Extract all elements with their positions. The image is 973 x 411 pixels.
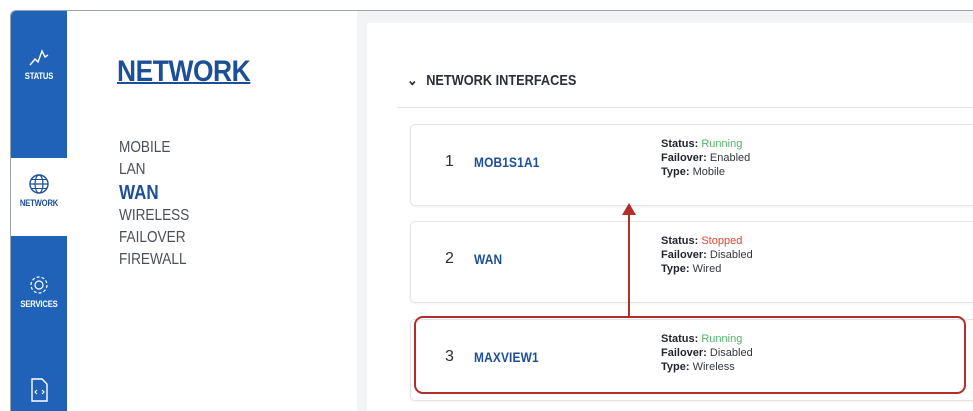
type-label: Type:: [661, 263, 690, 275]
submenu-item-failover[interactable]: FAILOVER: [119, 227, 189, 249]
interface-row[interactable]: 2 WAN Status: Stopped Failover: Disabled…: [410, 221, 973, 303]
submenu-item-wireless[interactable]: WIRELESS: [119, 205, 189, 227]
interface-info: Status: Stopped Failover: Disabled Type:…: [661, 234, 753, 276]
section-header[interactable]: ⌄ NETWORK INTERFACES: [407, 71, 576, 89]
section-title: NETWORK INTERFACES: [426, 72, 577, 89]
status-value: Stopped: [701, 235, 743, 247]
divider: [397, 107, 973, 108]
interface-row[interactable]: 1 MOB1S1A1 Status: Running Failover: Ena…: [410, 124, 973, 206]
type-label: Type:: [661, 166, 690, 178]
rail-label-status: STATUS: [24, 71, 54, 81]
failover-label: Failover:: [661, 152, 707, 164]
rail-item-file[interactable]: [11, 377, 67, 411]
icon-rail: STATUS NETWORK SERVICES: [11, 11, 67, 411]
failover-value: Enabled: [709, 152, 751, 164]
submenu-title: NETWORK: [117, 55, 251, 88]
type-value: Mobile: [692, 166, 725, 178]
highlight-box: [414, 316, 966, 394]
failover-label: Failover:: [661, 249, 707, 261]
annotation-arrow-line: [628, 212, 630, 316]
services-icon: [30, 276, 48, 294]
interface-number: 1: [445, 153, 454, 170]
interface-name[interactable]: WAN: [474, 251, 502, 267]
network-submenu: NETWORK MOBILE LAN WAN WIRELESS FAILOVER…: [67, 11, 357, 411]
status-icon: [29, 49, 49, 66]
rail-label-network: NETWORK: [19, 198, 59, 208]
interface-name[interactable]: MOB1S1A1: [474, 154, 540, 170]
rail-item-network[interactable]: NETWORK: [11, 158, 67, 236]
arrow-up-icon: [622, 203, 636, 215]
file-code-icon: [31, 378, 48, 402]
chevron-down-icon[interactable]: ⌄: [407, 71, 418, 89]
status-label: Status:: [661, 235, 699, 247]
interface-number: 2: [445, 250, 454, 267]
globe-icon: [29, 174, 49, 194]
submenu-item-mobile[interactable]: MOBILE: [119, 137, 189, 159]
submenu-item-lan[interactable]: LAN: [119, 159, 189, 181]
submenu-item-firewall[interactable]: FIREWALL: [119, 249, 189, 271]
submenu-list: MOBILE LAN WAN WIRELESS FAILOVER FIREWAL…: [119, 137, 202, 271]
rail-item-services[interactable]: SERVICES: [11, 273, 67, 343]
type-value: Wired: [692, 263, 722, 275]
rail-item-status[interactable]: STATUS: [11, 47, 67, 107]
rail-label-services: SERVICES: [20, 299, 58, 309]
status-value: Running: [701, 138, 743, 150]
failover-value: Disabled: [709, 249, 753, 261]
interface-info: Status: Running Failover: Enabled Type: …: [661, 137, 750, 179]
status-label: Status:: [661, 138, 699, 150]
submenu-item-wan[interactable]: WAN: [119, 181, 189, 205]
